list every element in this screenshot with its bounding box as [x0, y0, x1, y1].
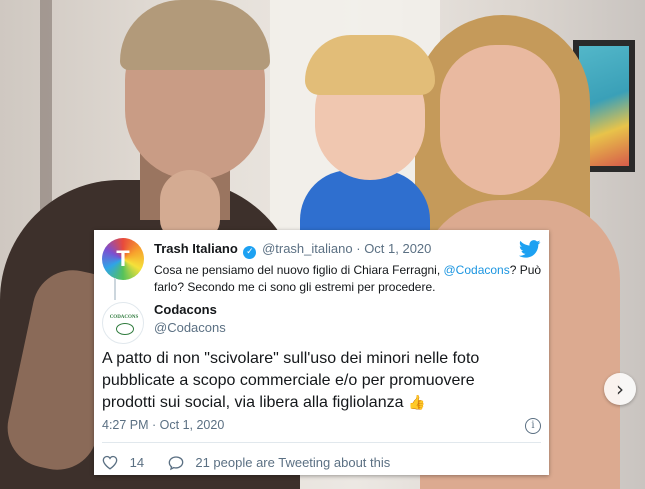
twitter-bird-icon[interactable] [519, 240, 541, 258]
tweet-actions: 14 21 people are Tweeting about this [102, 454, 390, 471]
timestamp[interactable]: 4:27 PM · Oct 1, 2020 [102, 418, 224, 432]
chevron-right-icon: › [616, 377, 624, 401]
tweet-text-part: Cosa ne pensiamo del nuovo figlio di Chi… [154, 263, 444, 277]
logo-icon [116, 323, 134, 335]
kid-hair [305, 35, 435, 95]
thread-line [114, 278, 116, 300]
divider [102, 442, 541, 443]
original-tweet[interactable]: T Trash Italiano ✓ @trash_italiano · Oct… [102, 236, 541, 294]
handle[interactable]: @trash_italiano [262, 241, 353, 256]
display-name[interactable]: Codacons [154, 302, 217, 317]
tweet-meta: Trash Italiano ✓ @trash_italiano · Oct 1… [154, 241, 431, 259]
thumbs-up-icon: 👍 [407, 395, 426, 411]
man-cap [120, 0, 270, 70]
separator: · [356, 241, 361, 256]
woman-face [440, 45, 560, 195]
avatar-logo-text: CODACONS [109, 315, 139, 320]
avatar[interactable]: T [102, 238, 144, 280]
handle[interactable]: @Codacons [154, 320, 226, 335]
heart-icon[interactable] [102, 455, 118, 470]
reply-header[interactable]: CODACONS Codacons @Codacons [102, 302, 541, 344]
info-icon[interactable]: i [525, 418, 541, 434]
reply-icon[interactable] [168, 455, 184, 471]
display-name[interactable]: Trash Italiano [154, 241, 238, 256]
like-count[interactable]: 14 [130, 455, 144, 470]
tweet-card[interactable]: T Trash Italiano ✓ @trash_italiano · Oct… [94, 230, 549, 475]
carousel-next-button[interactable]: › [604, 373, 636, 405]
mention-link[interactable]: @Codacons [444, 263, 510, 277]
reply-tweet-text: A patto di non "scivolare" sull'uso dei … [102, 348, 532, 414]
conversation-count[interactable]: 21 people are Tweeting about this [195, 455, 390, 470]
avatar-letter: T [116, 246, 130, 271]
avatar[interactable]: CODACONS [102, 302, 144, 344]
tweet-date[interactable]: Oct 1, 2020 [364, 241, 431, 256]
verified-badge-icon: ✓ [243, 246, 257, 259]
original-tweet-text: Cosa ne pensiamo del nuovo figlio di Chi… [154, 262, 544, 296]
